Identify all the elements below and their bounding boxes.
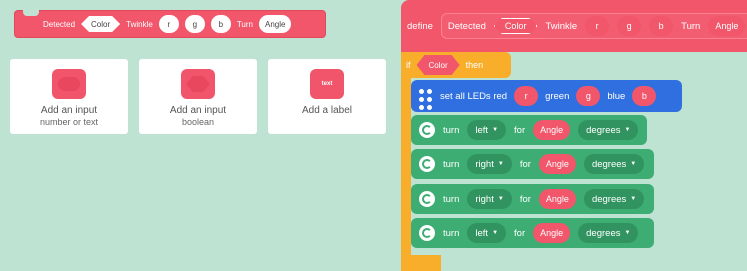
led-grid-icon [419, 89, 433, 110]
preview-input-angle[interactable]: Angle [259, 15, 292, 33]
preview-input-r[interactable]: r [158, 15, 179, 33]
add-input-boolean-button[interactable]: Add an input boolean [139, 59, 257, 134]
def-label-turn: Turn [681, 20, 701, 32]
turn-unit-dropdown[interactable]: degrees ▼ [583, 154, 645, 174]
def-param-g[interactable]: g [617, 16, 642, 36]
led-blue-label: blue [607, 90, 626, 102]
turn-icon [419, 191, 435, 207]
def-label-detected: Detected [447, 20, 486, 32]
number-or-text-icon [52, 69, 86, 99]
def-param-color[interactable]: Color [494, 18, 538, 34]
add-input-number-text-button[interactable]: Add an input number or text [10, 59, 128, 134]
preview-label-turn[interactable]: Turn [237, 20, 253, 29]
define-signature[interactable]: Detected Color Twinkle r g b Turn Angle [440, 13, 747, 39]
label-icon: text [310, 69, 344, 99]
card-subtitle: boolean [181, 117, 215, 127]
turn-icon [419, 225, 435, 241]
turn-angle-input[interactable]: Angle [538, 189, 576, 209]
turn-block[interactable]: turn left ▼ for Angle degrees ▼ [411, 115, 647, 145]
set-all-leds-block[interactable]: set all LEDs red r green g blue b [411, 80, 682, 112]
turn-unit-dropdown[interactable]: degrees ▼ [578, 223, 639, 243]
preview-input-b[interactable]: b [210, 15, 231, 33]
turn-direction-dropdown[interactable]: left ▼ [467, 120, 507, 140]
led-label: set all LEDs red [440, 90, 508, 102]
custom-block-preview[interactable]: Detected Color Twinkle r g b Turn Angle [14, 10, 326, 38]
card-subtitle: number or text [39, 117, 99, 127]
preview-input-color[interactable]: Color [81, 16, 120, 32]
then-label: then [465, 60, 484, 70]
turn-angle-input[interactable]: Angle [533, 223, 571, 243]
def-param-b[interactable]: b [649, 16, 674, 36]
for-label: for [514, 227, 526, 239]
turn-label: turn [443, 227, 460, 239]
card-title: Add a label [301, 105, 353, 116]
led-green-label: green [545, 90, 570, 102]
turn-direction-dropdown[interactable]: left ▼ [467, 223, 507, 243]
led-green-input[interactable]: g [576, 86, 601, 106]
for-label: for [519, 193, 531, 205]
turn-block[interactable]: turn right ▼ for Angle degrees ▼ [411, 149, 654, 179]
def-param-angle[interactable]: Angle [708, 16, 746, 36]
card-title: Add an input [40, 105, 98, 116]
add-label-button[interactable]: text Add a label [268, 59, 386, 134]
turn-direction-dropdown[interactable]: right ▼ [467, 189, 512, 209]
for-label: for [519, 158, 531, 170]
turn-block[interactable]: turn right ▼ for Angle degrees ▼ [411, 184, 654, 214]
define-block[interactable]: define Detected Color Twinkle r g b Turn… [401, 0, 747, 52]
preview-label-detected[interactable]: Detected [43, 20, 75, 29]
turn-unit-dropdown[interactable]: degrees ▼ [583, 189, 645, 209]
preview-label-twinkle[interactable]: Twinkle [126, 20, 153, 29]
turn-label: turn [443, 158, 460, 170]
turn-direction-dropdown[interactable]: right ▼ [467, 154, 512, 174]
def-param-r[interactable]: r [585, 16, 610, 36]
turn-label: turn [443, 193, 460, 205]
boolean-icon [181, 69, 215, 99]
if-condition-color[interactable]: Color [417, 55, 460, 75]
turn-label: turn [443, 124, 460, 136]
turn-angle-input[interactable]: Angle [538, 154, 576, 174]
block-notch [23, 10, 39, 16]
led-blue-input[interactable]: b [632, 86, 657, 106]
turn-angle-input[interactable]: Angle [533, 120, 571, 140]
for-label: for [514, 124, 526, 136]
if-block-arm [401, 52, 411, 271]
if-block-bottom [401, 255, 441, 271]
define-label: define [407, 20, 433, 32]
if-block[interactable]: if Color then [401, 52, 511, 78]
turn-block[interactable]: turn left ▼ for Angle degrees ▼ [411, 218, 654, 248]
card-title: Add an input [169, 105, 227, 116]
preview-input-g[interactable]: g [184, 15, 205, 33]
turn-icon [419, 122, 435, 138]
if-label: if [406, 60, 411, 70]
turn-unit-dropdown[interactable]: degrees ▼ [578, 120, 639, 140]
led-red-input[interactable]: r [514, 86, 539, 106]
turn-icon [419, 156, 435, 172]
def-label-twinkle: Twinkle [545, 20, 578, 32]
